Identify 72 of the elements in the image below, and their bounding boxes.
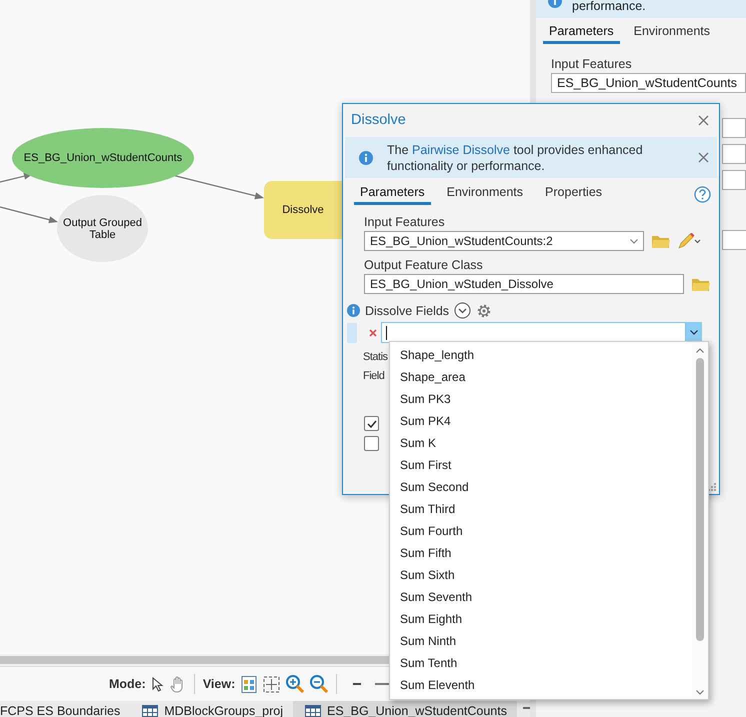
field-dropdown-input[interactable] (381, 322, 686, 343)
dropdown-option[interactable]: Sum Fifth (390, 542, 692, 564)
field-label: Dissolve Fields (365, 304, 450, 318)
chevron-down-icon (630, 238, 638, 244)
zoom-in-icon[interactable] (286, 675, 304, 693)
checkbox[interactable] (364, 436, 379, 451)
banner-message: The Pairwise Dissolve tool provides enhanced functionality or performance. (387, 142, 644, 174)
table-icon (305, 705, 321, 717)
field-label: Input Features (364, 216, 446, 229)
checkbox[interactable] (364, 416, 379, 431)
checkmark-icon (366, 420, 376, 428)
layout-icon[interactable] (241, 676, 258, 692)
dropdown-option[interactable]: Sum Ninth (390, 630, 692, 652)
input-features-dropdown[interactable]: ES_BG_Union_wStudentCounts:2 (364, 231, 644, 251)
dialog-title: Dissolve (351, 112, 406, 128)
dropdown-option[interactable]: Sum Fourth (390, 520, 692, 542)
dropdown-option[interactable]: Sum Second (390, 476, 692, 498)
help-icon[interactable] (694, 186, 711, 203)
tab[interactable]: Parameters (543, 23, 620, 44)
dropdown-option[interactable]: Sum Eleventh (390, 674, 692, 696)
dropdown-option[interactable]: Sum K (390, 432, 692, 454)
dropdown-option[interactable]: Sum Eighth (390, 608, 692, 630)
dropdown-button[interactable] (686, 322, 702, 343)
scroll-down-icon[interactable] (696, 690, 704, 695)
data-node[interactable]: ES_BG_Union_wStudentCounts (12, 128, 194, 188)
settings-icon[interactable] (476, 302, 492, 318)
input-field[interactable]: ES_BG_Union_wStudentCounts (551, 73, 746, 93)
mode-label: Mode: (109, 677, 146, 691)
input-field[interactable] (722, 118, 746, 138)
chevron-down-icon (690, 330, 698, 335)
info-icon (347, 304, 360, 317)
tab[interactable]: Parameters (354, 184, 431, 205)
dropdown-option[interactable]: Sum PK4 (390, 410, 692, 432)
connector-arrow (0, 206, 58, 224)
tool-link[interactable]: Pairwise Dissolve (412, 142, 510, 156)
dropdown-option[interactable]: Sum First (390, 454, 692, 476)
field-label: Output Feature Class (364, 259, 484, 272)
tab[interactable]: Environments (628, 23, 716, 44)
document-tab[interactable]: FCPS ES Boundaries (0, 701, 130, 717)
fit-view-icon[interactable] (263, 676, 280, 692)
scrollbar-thumb[interactable] (696, 358, 704, 641)
zoom-out-icon[interactable] (310, 675, 328, 693)
banner-text: performance. (572, 0, 646, 12)
tab[interactable]: Environments (440, 184, 530, 205)
dropdown-option[interactable]: Shape_length (390, 344, 692, 366)
dropdown-option[interactable]: Sum Tenth (390, 652, 692, 674)
field-label: Statis (363, 351, 388, 364)
zoom-minus-icon[interactable] (353, 683, 362, 685)
field-label: Input Features (551, 57, 633, 71)
close-icon[interactable] (698, 114, 709, 126)
input-field[interactable] (722, 170, 746, 190)
dropdown-option[interactable]: Sum Third (390, 498, 692, 520)
resize-grip-icon[interactable] (708, 483, 716, 491)
output-node[interactable]: Output Grouped Table (57, 195, 148, 262)
tab[interactable]: Properties (539, 184, 608, 205)
expand-icon[interactable] (454, 302, 472, 319)
dropdown-option[interactable]: Sum PK3 (390, 388, 692, 410)
close-icon[interactable] (698, 152, 709, 163)
pencil-icon[interactable] (678, 233, 702, 249)
field-label: Field (363, 370, 384, 383)
input-field[interactable] (722, 144, 746, 164)
pointer-icon[interactable] (152, 676, 164, 692)
dropdown-option[interactable]: Sum Sixth (390, 564, 692, 586)
dropdown-option[interactable]: Shape_area (390, 366, 692, 388)
dropdown-option[interactable]: Sum Seventh (390, 586, 692, 608)
view-label: View: (202, 677, 236, 691)
scroll-up-icon[interactable] (696, 348, 704, 353)
output-field[interactable]: ES_BG_Union_wStuden_Dissolve (364, 274, 684, 294)
row-highlight (347, 322, 357, 342)
info-icon (359, 150, 373, 164)
remove-icon[interactable] (369, 328, 377, 336)
table-icon (142, 705, 158, 717)
